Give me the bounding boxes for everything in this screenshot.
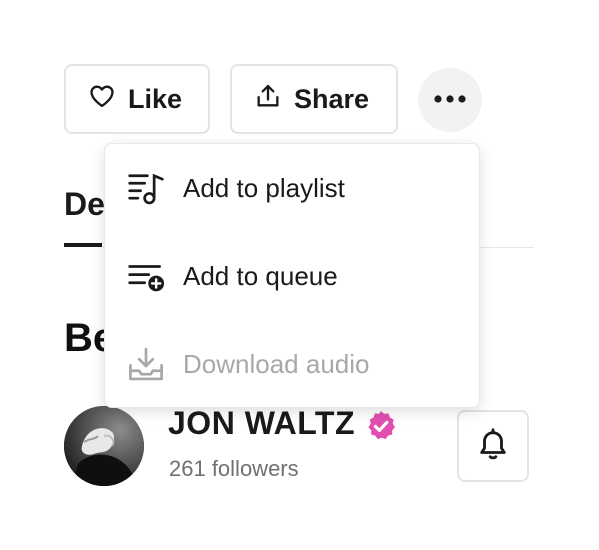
heart-icon (88, 82, 116, 117)
menu-item-label: Download audio (183, 348, 370, 379)
like-button[interactable]: Like (64, 64, 210, 134)
artist-avatar[interactable] (64, 406, 144, 486)
follower-count: 261 followers (169, 456, 299, 481)
menu-item-label: Add to queue (183, 260, 338, 291)
verified-badge-icon (364, 409, 398, 443)
bell-icon (476, 427, 510, 466)
more-horizontal-icon (433, 91, 467, 109)
playlist-add-icon (127, 169, 165, 207)
active-tab-indicator (64, 243, 102, 247)
share-button[interactable]: Share (230, 64, 398, 134)
page: Like Share De Be JON WALTZ 261 followers… (0, 0, 599, 550)
more-options-button[interactable] (418, 68, 482, 132)
download-icon (127, 345, 165, 383)
menu-item-add-to-playlist[interactable]: Add to playlist (105, 144, 479, 232)
menu-item-download-audio: Download audio (105, 320, 479, 408)
follow-notify-button[interactable] (457, 410, 529, 482)
more-options-menu: Add to playlist Add to queue Download au… (104, 143, 480, 408)
share-icon (254, 82, 282, 117)
queue-add-icon (127, 257, 165, 295)
tab-description[interactable]: De (64, 186, 105, 223)
menu-item-add-to-queue[interactable]: Add to queue (105, 232, 479, 320)
share-label: Share (294, 83, 370, 114)
artist-name[interactable]: JON WALTZ (168, 405, 355, 442)
like-label: Like (128, 83, 183, 114)
menu-item-label: Add to playlist (183, 172, 345, 203)
